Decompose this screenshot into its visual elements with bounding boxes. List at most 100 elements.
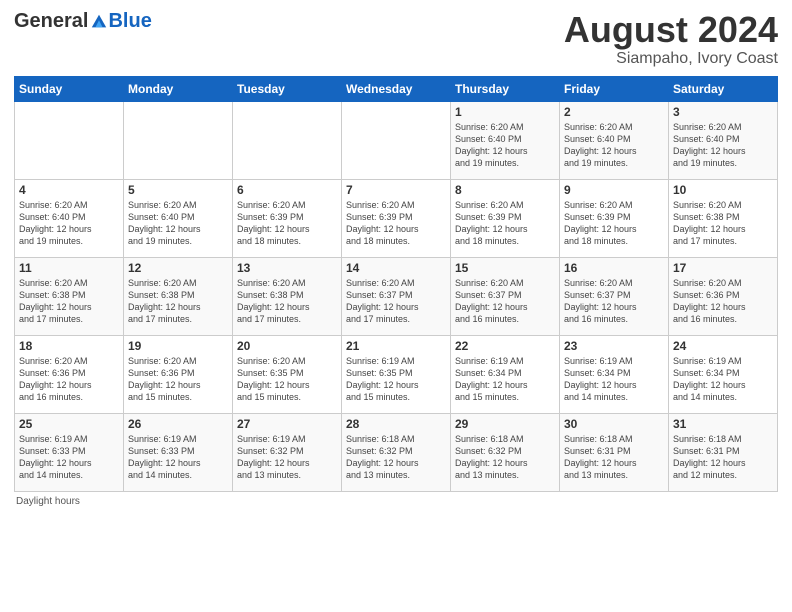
day-number: 8 — [455, 183, 555, 197]
day-number: 4 — [19, 183, 119, 197]
calendar-cell: 17 Sunrise: 6:20 AMSunset: 6:36 PMDayligh… — [669, 257, 778, 335]
logo-general-text: General — [14, 10, 88, 33]
calendar-cell: 1 Sunrise: 6:20 AMSunset: 6:40 PMDaylight… — [451, 101, 560, 179]
calendar-cell: 9Sunrise: 6:20 AMSunset: 6:39 PMDaylight… — [560, 179, 669, 257]
footer: Daylight hours — [14, 496, 778, 507]
day-number: 26 — [128, 417, 228, 431]
title-block: August 2024 Siampaho, Ivory Coast — [564, 10, 778, 68]
day-number: 13 — [237, 261, 337, 275]
day-number: 21 — [346, 339, 446, 353]
day-number: 17 — [673, 261, 773, 275]
day-info: Sunrise: 6:19 AMSunset: 6:32 PMDaylight:… — [237, 433, 337, 482]
calendar-cell — [15, 101, 124, 179]
day-number: 10 — [673, 183, 773, 197]
page-header: General Blue August 2024 Siampaho, Ivory… — [14, 10, 778, 68]
calendar-cell: 23Sunrise: 6:19 AMSunset: 6:34 PMDayligh… — [560, 335, 669, 413]
day-number: 22 — [455, 339, 555, 353]
calendar-cell: 3 Sunrise: 6:20 AMSunset: 6:40 PMDaylight… — [669, 101, 778, 179]
day-info: Sunrise: 6:19 AMSunset: 6:34 PMDaylight:… — [673, 355, 773, 404]
logo: General Blue — [14, 10, 152, 33]
col-thursday: Thursday — [451, 76, 560, 101]
logo-blue-text: Blue — [108, 10, 151, 33]
day-info: Sunrise: 6:18 AMSunset: 6:31 PMDaylight:… — [673, 433, 773, 482]
calendar-cell: 2Sunrise: 6:20 AMSunset: 6:40 PMDaylight… — [560, 101, 669, 179]
page-container: General Blue August 2024 Siampaho, Ivory… — [0, 0, 792, 515]
calendar-cell: 13 Sunrise: 6:20 AMSunset: 6:38 PMDayligh… — [233, 257, 342, 335]
calendar-header-row: Sunday Monday Tuesday Wednesday Thursday… — [15, 76, 778, 101]
calendar-cell: 16Sunrise: 6:20 AMSunset: 6:37 PMDayligh… — [560, 257, 669, 335]
day-info: Sunrise: 6:18 AMSunset: 6:31 PMDaylight:… — [564, 433, 664, 482]
day-number: 7 — [346, 183, 446, 197]
calendar-cell: 31Sunrise: 6:18 AMSunset: 6:31 PMDayligh… — [669, 413, 778, 491]
col-tuesday: Tuesday — [233, 76, 342, 101]
day-info: Sunrise: 6:20 AMSunset: 6:40 PMDaylight:… — [455, 121, 555, 170]
calendar-cell: 7 Sunrise: 6:20 AMSunset: 6:39 PMDaylight… — [342, 179, 451, 257]
day-number: 15 — [455, 261, 555, 275]
day-info: Sunrise: 6:20 AMSunset: 6:39 PMDaylight:… — [237, 199, 337, 248]
day-number: 18 — [19, 339, 119, 353]
day-number: 28 — [346, 417, 446, 431]
day-info: Sunrise: 6:20 AMSunset: 6:36 PMDaylight:… — [19, 355, 119, 404]
calendar-cell: 5 Sunrise: 6:20 AMSunset: 6:40 PMDaylight… — [124, 179, 233, 257]
day-info: Sunrise: 6:20 AMSunset: 6:37 PMDaylight:… — [564, 277, 664, 326]
col-monday: Monday — [124, 76, 233, 101]
day-number: 3 — [673, 105, 773, 119]
day-number: 20 — [237, 339, 337, 353]
calendar-cell: 11Sunrise: 6:20 AMSunset: 6:38 PMDayligh… — [15, 257, 124, 335]
day-info: Sunrise: 6:20 AMSunset: 6:35 PMDaylight:… — [237, 355, 337, 404]
day-info: Sunrise: 6:20 AMSunset: 6:36 PMDaylight:… — [128, 355, 228, 404]
calendar-cell — [342, 101, 451, 179]
day-number: 12 — [128, 261, 228, 275]
calendar-cell: 6Sunrise: 6:20 AMSunset: 6:39 PMDaylight… — [233, 179, 342, 257]
calendar-cell — [124, 101, 233, 179]
day-number: 1 — [455, 105, 555, 119]
day-info: Sunrise: 6:20 AMSunset: 6:37 PMDaylight:… — [346, 277, 446, 326]
day-number: 14 — [346, 261, 446, 275]
day-info: Sunrise: 6:19 AMSunset: 6:33 PMDaylight:… — [19, 433, 119, 482]
day-info: Sunrise: 6:20 AMSunset: 6:40 PMDaylight:… — [128, 199, 228, 248]
day-info: Sunrise: 6:20 AMSunset: 6:38 PMDaylight:… — [19, 277, 119, 326]
day-number: 5 — [128, 183, 228, 197]
daylight-label: Daylight hours — [16, 496, 80, 507]
day-info: Sunrise: 6:18 AMSunset: 6:32 PMDaylight:… — [346, 433, 446, 482]
day-number: 25 — [19, 417, 119, 431]
day-number: 2 — [564, 105, 664, 119]
calendar-cell: 22 Sunrise: 6:19 AMSunset: 6:34 PMDayligh… — [451, 335, 560, 413]
calendar-cell: 26 Sunrise: 6:19 AMSunset: 6:33 PMDayligh… — [124, 413, 233, 491]
calendar-cell: 27Sunrise: 6:19 AMSunset: 6:32 PMDayligh… — [233, 413, 342, 491]
day-info: Sunrise: 6:19 AMSunset: 6:33 PMDaylight:… — [128, 433, 228, 482]
calendar-cell: 28 Sunrise: 6:18 AMSunset: 6:32 PMDayligh… — [342, 413, 451, 491]
calendar-cell: 12 Sunrise: 6:20 AMSunset: 6:38 PMDayligh… — [124, 257, 233, 335]
calendar-week-5: 25 Sunrise: 6:19 AMSunset: 6:33 PMDayligh… — [15, 413, 778, 491]
calendar-cell: 14 Sunrise: 6:20 AMSunset: 6:37 PMDayligh… — [342, 257, 451, 335]
day-info: Sunrise: 6:20 AMSunset: 6:38 PMDaylight:… — [237, 277, 337, 326]
day-info: Sunrise: 6:19 AMSunset: 6:35 PMDaylight:… — [346, 355, 446, 404]
calendar-cell: 19Sunrise: 6:20 AMSunset: 6:36 PMDayligh… — [124, 335, 233, 413]
logo-icon — [90, 13, 108, 31]
calendar-week-1: 1 Sunrise: 6:20 AMSunset: 6:40 PMDaylight… — [15, 101, 778, 179]
calendar-week-4: 18 Sunrise: 6:20 AMSunset: 6:36 PMDayligh… — [15, 335, 778, 413]
calendar-cell: 8 Sunrise: 6:20 AMSunset: 6:39 PMDaylight… — [451, 179, 560, 257]
day-info: Sunrise: 6:20 AMSunset: 6:36 PMDaylight:… — [673, 277, 773, 326]
day-number: 29 — [455, 417, 555, 431]
calendar-cell: 21 Sunrise: 6:19 AMSunset: 6:35 PMDayligh… — [342, 335, 451, 413]
day-info: Sunrise: 6:20 AMSunset: 6:40 PMDaylight:… — [673, 121, 773, 170]
calendar-cell: 20 Sunrise: 6:20 AMSunset: 6:35 PMDayligh… — [233, 335, 342, 413]
calendar-cell: 24Sunrise: 6:19 AMSunset: 6:34 PMDayligh… — [669, 335, 778, 413]
col-friday: Friday — [560, 76, 669, 101]
col-wednesday: Wednesday — [342, 76, 451, 101]
day-info: Sunrise: 6:20 AMSunset: 6:38 PMDaylight:… — [128, 277, 228, 326]
calendar-week-3: 11Sunrise: 6:20 AMSunset: 6:38 PMDayligh… — [15, 257, 778, 335]
day-info: Sunrise: 6:20 AMSunset: 6:39 PMDaylight:… — [346, 199, 446, 248]
day-info: Sunrise: 6:19 AMSunset: 6:34 PMDaylight:… — [455, 355, 555, 404]
calendar-cell: 18 Sunrise: 6:20 AMSunset: 6:36 PMDayligh… — [15, 335, 124, 413]
calendar-cell: 29Sunrise: 6:18 AMSunset: 6:32 PMDayligh… — [451, 413, 560, 491]
calendar-cell: 15Sunrise: 6:20 AMSunset: 6:37 PMDayligh… — [451, 257, 560, 335]
calendar-cell: 4Sunrise: 6:20 AMSunset: 6:40 PMDaylight… — [15, 179, 124, 257]
day-number: 30 — [564, 417, 664, 431]
day-info: Sunrise: 6:19 AMSunset: 6:34 PMDaylight:… — [564, 355, 664, 404]
col-sunday: Sunday — [15, 76, 124, 101]
day-info: Sunrise: 6:20 AMSunset: 6:39 PMDaylight:… — [455, 199, 555, 248]
calendar-cell — [233, 101, 342, 179]
calendar-cell: 10Sunrise: 6:20 AMSunset: 6:38 PMDayligh… — [669, 179, 778, 257]
